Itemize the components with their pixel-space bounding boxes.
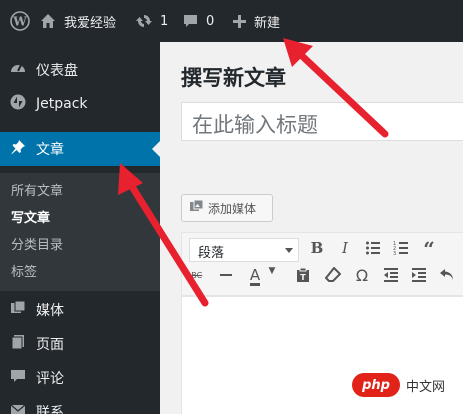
sidebar-item-posts[interactable]: 文章 — [0, 132, 160, 166]
numbered-list-icon[interactable]: 123 — [390, 240, 412, 260]
paste-as-text-icon[interactable]: T — [292, 267, 314, 287]
comment-icon — [184, 14, 197, 27]
wordpress-logo-button[interactable]: W — [10, 0, 30, 42]
strikethrough-icon[interactable]: ABC — [183, 271, 205, 280]
page-icon — [0, 334, 36, 354]
sidebar-item-media[interactable]: 媒体 — [0, 293, 160, 327]
svg-text:3: 3 — [393, 251, 396, 256]
refresh-icon — [136, 15, 152, 27]
format-select-value: 段落 — [198, 246, 225, 261]
comments-button[interactable]: 0 — [183, 0, 214, 42]
chevron-down-icon — [285, 248, 293, 253]
updates-count: 1 — [160, 13, 169, 29]
sidebar-item-contact[interactable]: 联系 — [0, 395, 160, 414]
sidebar-item-label: 评论 — [36, 371, 64, 387]
sidebar-item-label: 仪表盘 — [36, 63, 78, 79]
sidebar-item-label: Jetpack — [36, 96, 88, 112]
outdent-icon[interactable] — [380, 267, 402, 287]
comment-icon — [0, 368, 36, 388]
sidebar-item-label: 媒体 — [36, 303, 64, 319]
add-media-label: 添加媒体 — [208, 201, 257, 216]
main-content: 撰写新文章 在此输入标题 添加媒体 段落 B I 123 “ ABC A ▼ T — [160, 42, 463, 414]
pin-icon — [0, 139, 36, 159]
bold-icon[interactable]: B — [306, 239, 328, 257]
indent-icon[interactable] — [408, 267, 430, 287]
home-icon — [41, 14, 55, 28]
submenu-item-write-post[interactable]: 写文章 — [11, 207, 50, 226]
page-title: 撰写新文章 — [181, 66, 286, 90]
submenu-item-all-posts[interactable]: 所有文章 — [11, 180, 63, 199]
dashboard-icon — [0, 60, 36, 80]
sidebar-item-dashboard[interactable]: 仪表盘 — [0, 53, 160, 87]
updates-button[interactable]: 1 — [136, 0, 168, 42]
sidebar-item-label: 页面 — [36, 337, 64, 353]
format-select[interactable]: 段落 — [189, 238, 299, 262]
chevron-down-icon[interactable]: ▼ — [261, 266, 283, 276]
italic-icon[interactable]: I — [334, 239, 356, 257]
media-icon — [0, 300, 36, 320]
posts-submenu: 所有文章 写文章 分类目录 标签 — [0, 173, 160, 291]
horizontal-line-icon[interactable] — [215, 268, 237, 286]
post-title-input[interactable]: 在此输入标题 — [181, 102, 463, 141]
wordpress-logo-icon: W — [10, 11, 30, 31]
admin-bar: W 我爱经验 1 0 新建 — [0, 0, 463, 42]
admin-sidebar: 仪表盘 Jetpack 文章 所有文章 写文章 分类目录 标签 媒体 页面 评论… — [0, 42, 160, 414]
watermark: php 中文网 — [352, 372, 458, 398]
undo-icon[interactable] — [436, 267, 458, 287]
watermark-text: 中文网 — [406, 379, 446, 395]
editor-toolbar: 段落 B I 123 “ ABC A ▼ T Ω — [181, 232, 463, 296]
new-content-button[interactable]: 新建 — [233, 0, 280, 42]
site-name: 我爱经验 — [64, 15, 117, 31]
plus-icon — [233, 14, 246, 28]
jetpack-icon — [0, 94, 36, 114]
watermark-badge: php — [352, 373, 400, 397]
site-home-link[interactable]: 我爱经验 — [40, 0, 116, 42]
new-label: 新建 — [254, 15, 281, 31]
sidebar-item-pages[interactable]: 页面 — [0, 327, 160, 361]
clear-formatting-icon[interactable] — [322, 266, 344, 287]
submenu-item-tags[interactable]: 标签 — [11, 261, 37, 280]
current-indicator — [152, 141, 160, 157]
sidebar-item-label: 联系 — [36, 405, 64, 414]
add-media-button[interactable]: 添加媒体 — [181, 194, 273, 222]
comments-count: 0 — [206, 13, 215, 29]
media-icon — [189, 199, 204, 217]
svg-text:T: T — [300, 273, 306, 282]
svg-text:W: W — [12, 15, 27, 29]
special-character-icon[interactable]: Ω — [351, 266, 373, 285]
sidebar-item-label: 文章 — [36, 142, 64, 158]
contact-icon — [0, 402, 36, 414]
sidebar-item-jetpack[interactable]: Jetpack — [0, 87, 160, 121]
bulleted-list-icon[interactable] — [362, 240, 384, 260]
submenu-item-categories[interactable]: 分类目录 — [11, 234, 63, 253]
sidebar-item-comments[interactable]: 评论 — [0, 361, 160, 395]
blockquote-icon[interactable]: “ — [418, 237, 440, 261]
